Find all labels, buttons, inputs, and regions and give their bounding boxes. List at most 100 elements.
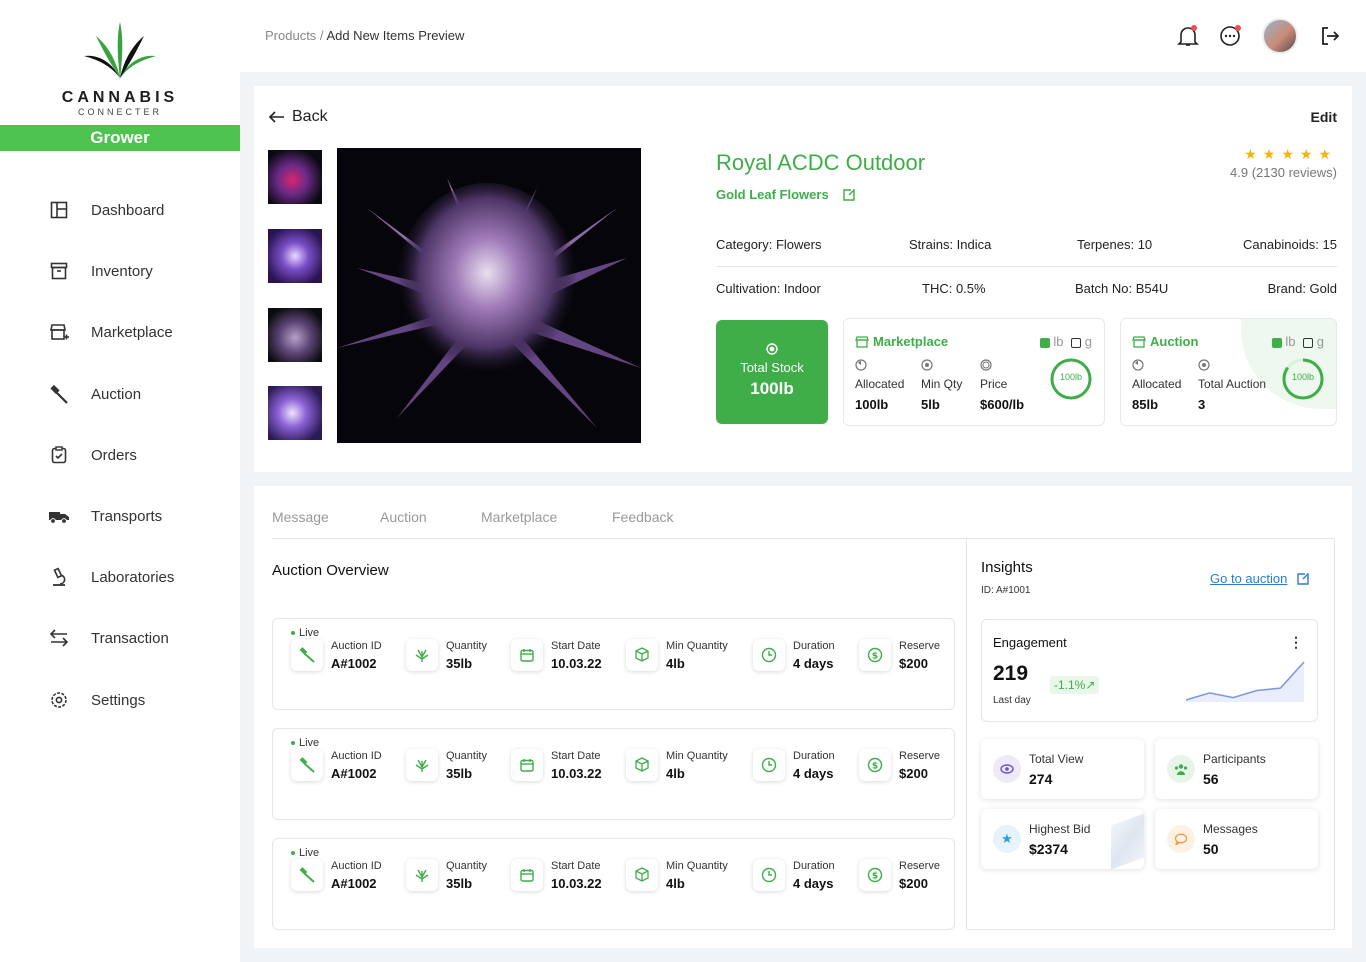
marketplace-icon [855, 335, 869, 348]
tab-marketplace[interactable]: Marketplace [481, 509, 557, 525]
gavel-icon [48, 383, 70, 405]
calendar-icon [511, 859, 543, 891]
star-badge-icon: ★ [993, 825, 1021, 853]
svg-text:$: $ [872, 652, 878, 662]
tab-auction[interactable]: Auction [380, 509, 427, 525]
sidebar-item-label: Inventory [91, 262, 153, 280]
avatar[interactable] [1262, 18, 1298, 54]
auction-allocation-card: Auction lb g Allocated Total Auction 85l… [1120, 318, 1337, 426]
back-button[interactable]: Back [268, 108, 328, 126]
sidebar-item-label: Settings [91, 691, 146, 709]
auction-title: Auction [1150, 334, 1199, 349]
unit-toggle: lb g [1271, 334, 1324, 349]
sidebar-item-label: Transaction [91, 629, 169, 647]
brand-word: CANNABIS [61, 89, 179, 106]
product-title: Royal ACDC Outdoor [716, 150, 926, 175]
thumbnail-3[interactable] [268, 308, 322, 362]
lb-checkbox[interactable] [1039, 337, 1050, 348]
external-link-icon [1297, 572, 1310, 585]
min-qty-icon [921, 358, 933, 376]
box-icon [626, 639, 658, 671]
rating: ★★★★★ 4.9 (2130 reviews) [1230, 146, 1337, 180]
stat-participants: Participants 56 [1155, 739, 1318, 799]
box-icon [626, 749, 658, 781]
thumbnail-2[interactable] [268, 229, 322, 283]
more-options-icon[interactable]: ⋮ [1289, 634, 1303, 651]
marketplace-progress-ring: 100lb [1049, 357, 1093, 401]
message-icon [1167, 825, 1195, 853]
sidebar-item-transports[interactable]: Transports [48, 504, 162, 528]
vertical-divider [966, 539, 967, 929]
status-live: Live [291, 737, 319, 749]
gavel-icon [291, 859, 323, 891]
thumbnail-4[interactable] [268, 386, 322, 440]
marketplace-icon [48, 321, 70, 343]
sidebar-item-dashboard[interactable]: Dashboard [48, 198, 164, 222]
total-auction-icon [1198, 358, 1210, 376]
calendar-icon [511, 639, 543, 671]
stat-total-view: Total View 274 [981, 739, 1144, 799]
logout-icon[interactable] [1318, 24, 1342, 48]
edit-button[interactable]: Edit [1311, 109, 1337, 125]
seller-link[interactable]: Gold Leaf Flowers [716, 187, 855, 202]
tabs-divider [272, 538, 1334, 539]
star-rating-icon: ★★★★★ [1244, 146, 1337, 162]
engagement-card: Engagement ⋮ 219 -1.1%↗ Last day [981, 619, 1318, 722]
auction-row[interactable]: Live Auction ID A#1002 Quantity 35lb Sta… [272, 838, 955, 930]
sidebar-item-label: Orders [91, 446, 137, 464]
dollar-coin-icon: $ [859, 639, 891, 671]
clock-icon [753, 749, 785, 781]
cannabis-leaf-icon [406, 859, 438, 891]
cannabis-leaf-icon [406, 749, 438, 781]
sidebar: CANNABIS CONNECTER Grower Dashboard Inve… [0, 0, 240, 962]
gavel-icon [291, 749, 323, 781]
thumbnail-1[interactable] [268, 150, 322, 204]
tab-message[interactable]: Message [272, 509, 329, 525]
brand-sub: CONNECTER [77, 107, 162, 117]
g-checkbox[interactable] [1071, 337, 1082, 348]
microscope-icon [48, 566, 70, 588]
sidebar-item-settings[interactable]: Settings [48, 688, 145, 712]
transfer-icon [48, 627, 70, 649]
total-stock-card: Total Stock 100lb [716, 320, 828, 424]
insights-id: ID: A#1001 [981, 585, 1031, 596]
people-icon [1167, 755, 1195, 783]
chat-icon[interactable] [1218, 24, 1242, 48]
auction-row[interactable]: Live Auction ID A#1002 Quantity 35lb Sta… [272, 618, 955, 710]
arrow-left-icon [268, 111, 284, 123]
stat-highest-bid: ★ Highest Bid $2374 [981, 809, 1144, 869]
go-to-auction-link[interactable]: Go to auction [1210, 571, 1310, 586]
clock-icon [753, 859, 785, 891]
clipboard-icon [48, 444, 70, 466]
sidebar-item-inventory[interactable]: Inventory [48, 259, 153, 283]
sidebar-item-orders[interactable]: Orders [48, 443, 137, 467]
sidebar-item-auction[interactable]: Auction [48, 382, 141, 406]
external-link-icon [842, 188, 855, 201]
price-icon [980, 358, 992, 376]
status-live: Live [291, 627, 319, 639]
gavel-icon [291, 639, 323, 671]
divider [716, 266, 1337, 267]
notification-bell-icon[interactable] [1176, 24, 1200, 48]
allocated-icon [1132, 358, 1144, 376]
eye-icon [993, 755, 1021, 783]
sidebar-item-label: Transports [91, 507, 163, 525]
auction-row[interactable]: Live Auction ID A#1002 Quantity 35lb Sta… [272, 728, 955, 820]
breadcrumb-parent[interactable]: Products [265, 28, 316, 43]
overview-title: Auction Overview [272, 562, 389, 579]
tab-feedback[interactable]: Feedback [612, 509, 673, 525]
dollar-coin-icon: $ [859, 749, 891, 781]
brand-logo: CANNABIS CONNECTER [0, 20, 240, 117]
trend-icon: ↗ [1085, 678, 1096, 692]
sidebar-item-marketplace[interactable]: Marketplace [48, 320, 173, 344]
sidebar-item-laboratories[interactable]: Laboratories [48, 565, 174, 589]
sidebar-item-label: Auction [91, 385, 142, 403]
engagement-sparkline [1185, 661, 1305, 702]
g-checkbox[interactable] [1303, 337, 1314, 348]
sidebar-item-transaction[interactable]: Transaction [48, 626, 169, 650]
sidebar-item-label: Marketplace [91, 323, 173, 341]
product-card: Back Edit Royal ACDC Outdoor Gold Leaf F… [254, 86, 1352, 472]
radio-icon [716, 342, 828, 355]
lb-checkbox[interactable] [1271, 337, 1282, 348]
clock-icon [753, 639, 785, 671]
